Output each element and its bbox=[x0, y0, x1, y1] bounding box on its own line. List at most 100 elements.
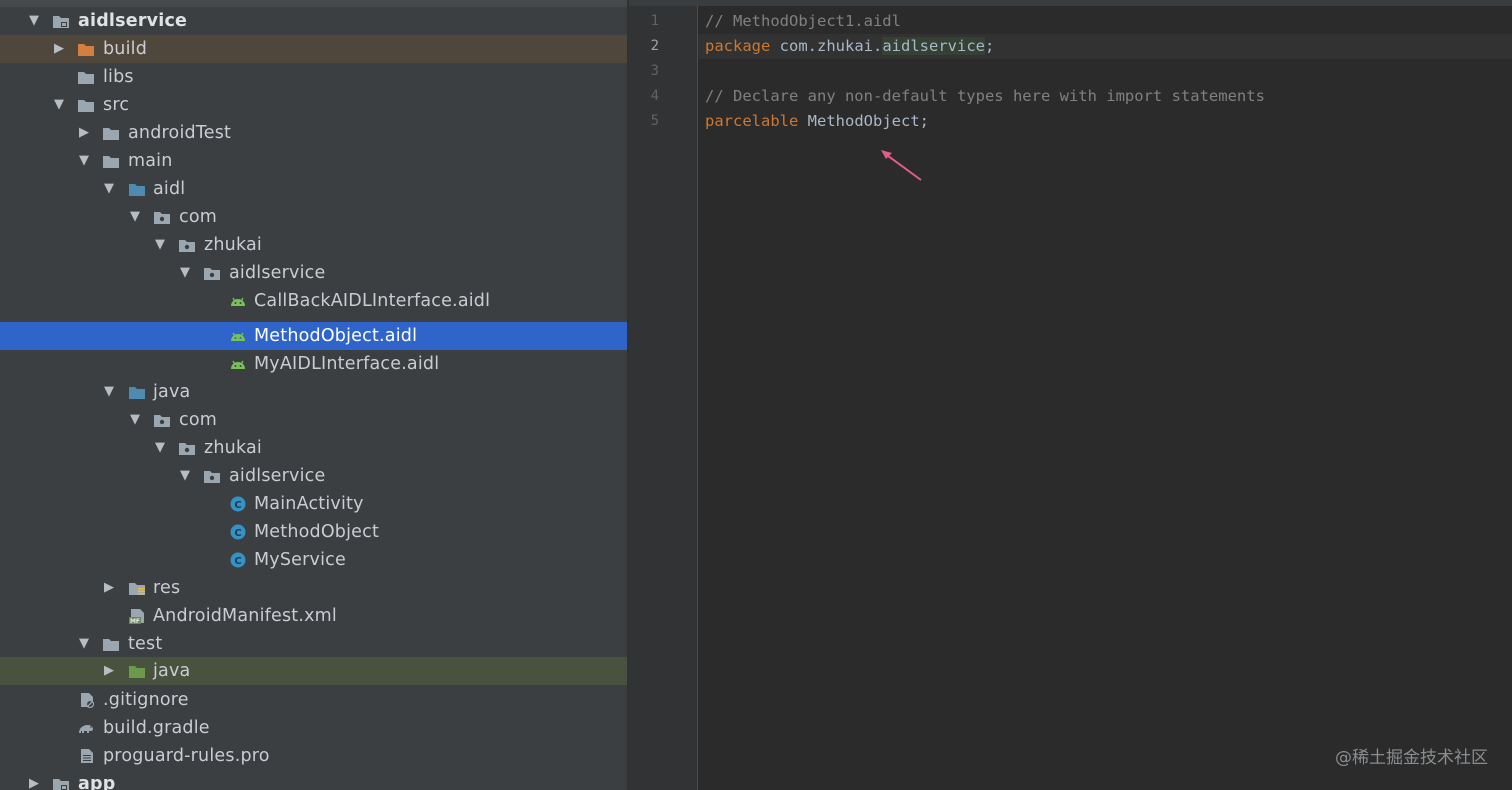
collapse-arrow-icon[interactable]: ▶ bbox=[52, 35, 66, 63]
tree-row-test-java[interactable]: ▶ java bbox=[0, 657, 627, 685]
expand-arrow-icon[interactable]: ▼ bbox=[153, 434, 167, 462]
tree-row-com[interactable]: ▼ com bbox=[0, 406, 627, 434]
tree-item-label: aidlservice bbox=[229, 263, 326, 283]
code-editor[interactable]: 1 2 3 4 5 // MethodObject1.aidl package … bbox=[627, 0, 1512, 790]
collapse-arrow-icon[interactable]: ▶ bbox=[102, 574, 116, 602]
tree-item-label: proguard-rules.pro bbox=[103, 746, 270, 766]
package-icon bbox=[154, 212, 170, 224]
tree-row-methodobject-class[interactable]: C MethodObject bbox=[0, 518, 627, 546]
tree-item-label: java bbox=[153, 382, 191, 402]
expand-arrow-icon[interactable]: ▼ bbox=[77, 147, 91, 175]
folder-icon bbox=[103, 639, 119, 651]
tree-row-aidlservice-package[interactable]: ▼ aidlservice bbox=[0, 259, 627, 287]
tree-item-label: build.gradle bbox=[103, 718, 210, 738]
tree-row-res[interactable]: ▶ res bbox=[0, 574, 627, 602]
package-icon bbox=[204, 268, 220, 280]
tree-row-build-gradle[interactable]: build.gradle bbox=[0, 714, 627, 742]
module-folder-icon bbox=[53, 779, 69, 790]
android-aidl-icon bbox=[231, 297, 245, 306]
code-line-2[interactable]: package com.zhukai.aidlservice; bbox=[705, 34, 994, 59]
tree-item-label: aidl bbox=[153, 179, 186, 199]
line-number: 5 bbox=[650, 113, 659, 129]
expand-arrow-icon[interactable]: ▼ bbox=[178, 462, 192, 490]
code-package-highlight: aidlservice bbox=[882, 37, 985, 55]
tree-item-label: .gitignore bbox=[103, 690, 189, 710]
tree-row-main[interactable]: ▼ main bbox=[0, 147, 627, 175]
tree-item-label: libs bbox=[103, 67, 134, 87]
svg-text:C: C bbox=[234, 556, 241, 567]
collapse-arrow-icon[interactable]: ▶ bbox=[27, 770, 41, 790]
tree-item-label: MethodObject bbox=[254, 522, 380, 542]
module-folder-icon bbox=[53, 16, 69, 28]
tree-item-label: MainActivity bbox=[254, 494, 364, 514]
annotation-arrow-icon bbox=[881, 150, 922, 181]
tree-row-callback-aidl[interactable]: CallBackAIDLInterface.aidl bbox=[0, 287, 627, 315]
tree-item-label: CallBackAIDLInterface.aidl bbox=[254, 291, 491, 311]
tree-row-aidlservice-package[interactable]: ▼ aidlservice bbox=[0, 462, 627, 490]
folder-icon bbox=[103, 128, 119, 140]
tree-row-java[interactable]: ▼ java bbox=[0, 378, 627, 406]
code-keyword: package bbox=[705, 37, 771, 55]
package-icon bbox=[204, 471, 220, 483]
expand-arrow-icon[interactable]: ▼ bbox=[102, 175, 116, 203]
expand-arrow-icon[interactable]: ▼ bbox=[128, 406, 142, 434]
tree-row-test[interactable]: ▼ test bbox=[0, 630, 627, 658]
folder-icon bbox=[78, 72, 94, 84]
collapse-arrow-icon[interactable]: ▶ bbox=[102, 657, 116, 685]
tree-item-label: com bbox=[179, 410, 217, 430]
expand-arrow-icon[interactable]: ▼ bbox=[27, 7, 41, 35]
tree-row-gitignore[interactable]: .gitignore bbox=[0, 686, 627, 714]
tree-row-zhukai[interactable]: ▼ zhukai bbox=[0, 231, 627, 259]
line-number: 1 bbox=[650, 13, 659, 29]
expand-arrow-icon[interactable]: ▼ bbox=[128, 203, 142, 231]
tree-row-com[interactable]: ▼ com bbox=[0, 203, 627, 231]
source-folder-icon bbox=[129, 184, 145, 196]
expand-arrow-icon[interactable]: ▼ bbox=[77, 630, 91, 658]
excluded-folder-icon bbox=[78, 44, 94, 56]
tree-item-label: test bbox=[128, 634, 163, 654]
tree-row-app-module[interactable]: ▶ app bbox=[0, 770, 627, 790]
code-identifier: MethodObject; bbox=[807, 112, 929, 130]
android-aidl-icon bbox=[231, 332, 245, 341]
tree-row-zhukai[interactable]: ▼ zhukai bbox=[0, 434, 627, 462]
tree-row-androidtest[interactable]: ▶ androidTest bbox=[0, 119, 627, 147]
code-comment: // MethodObject1.aidl bbox=[705, 12, 901, 30]
tree-row-build[interactable]: ▶ build bbox=[0, 35, 627, 63]
tree-item-label: zhukai bbox=[204, 235, 262, 255]
expand-arrow-icon[interactable]: ▼ bbox=[178, 259, 192, 287]
tree-item-label: aidlservice bbox=[78, 11, 188, 31]
tree-row-methodobject-aidl[interactable]: MethodObject.aidl bbox=[0, 322, 627, 350]
code-package-name: com.zhukai. bbox=[779, 37, 883, 55]
tree-row-aidlservice-module[interactable]: ▼ aidlservice bbox=[0, 7, 627, 35]
collapse-arrow-icon[interactable]: ▶ bbox=[77, 119, 91, 147]
tree-row-myaidlinterface-aidl[interactable]: MyAIDLInterface.aidl bbox=[0, 350, 627, 378]
code-line-1[interactable]: // MethodObject1.aidl bbox=[705, 9, 901, 34]
tree-row-androidmanifest[interactable]: MF AndroidManifest.xml bbox=[0, 602, 627, 630]
folder-icon bbox=[103, 156, 119, 168]
expand-arrow-icon[interactable]: ▼ bbox=[153, 231, 167, 259]
tree-row-aidl[interactable]: ▼ aidl bbox=[0, 175, 627, 203]
expand-arrow-icon[interactable]: ▼ bbox=[102, 378, 116, 406]
code-line-4[interactable]: // Declare any non-default types here wi… bbox=[705, 84, 1265, 109]
ignore-file-icon bbox=[81, 693, 95, 708]
text-file-icon bbox=[81, 749, 93, 763]
class-icon: C bbox=[230, 496, 246, 512]
android-aidl-icon bbox=[231, 360, 245, 369]
tree-row-mainactivity[interactable]: C MainActivity bbox=[0, 490, 627, 518]
code-line-5[interactable]: parcelable MethodObject; bbox=[705, 109, 929, 134]
tree-row-src[interactable]: ▼ src bbox=[0, 91, 627, 119]
expand-arrow-icon[interactable]: ▼ bbox=[52, 91, 66, 119]
tree-row-myservice[interactable]: C MyService bbox=[0, 546, 627, 574]
tree-item-label: MethodObject.aidl bbox=[254, 326, 418, 346]
class-icon: C bbox=[230, 552, 246, 568]
tree-row-libs[interactable]: libs bbox=[0, 63, 627, 91]
code-keyword: parcelable bbox=[705, 112, 799, 130]
tree-row-proguard[interactable]: proguard-rules.pro bbox=[0, 742, 627, 770]
package-icon bbox=[154, 415, 170, 427]
resource-folder-icon bbox=[129, 583, 145, 595]
package-icon bbox=[179, 443, 195, 455]
svg-text:C: C bbox=[234, 528, 241, 539]
gradle-icon bbox=[79, 725, 93, 733]
manifest-file-icon: MF bbox=[129, 609, 144, 624]
tree-item-label: app bbox=[78, 774, 116, 790]
